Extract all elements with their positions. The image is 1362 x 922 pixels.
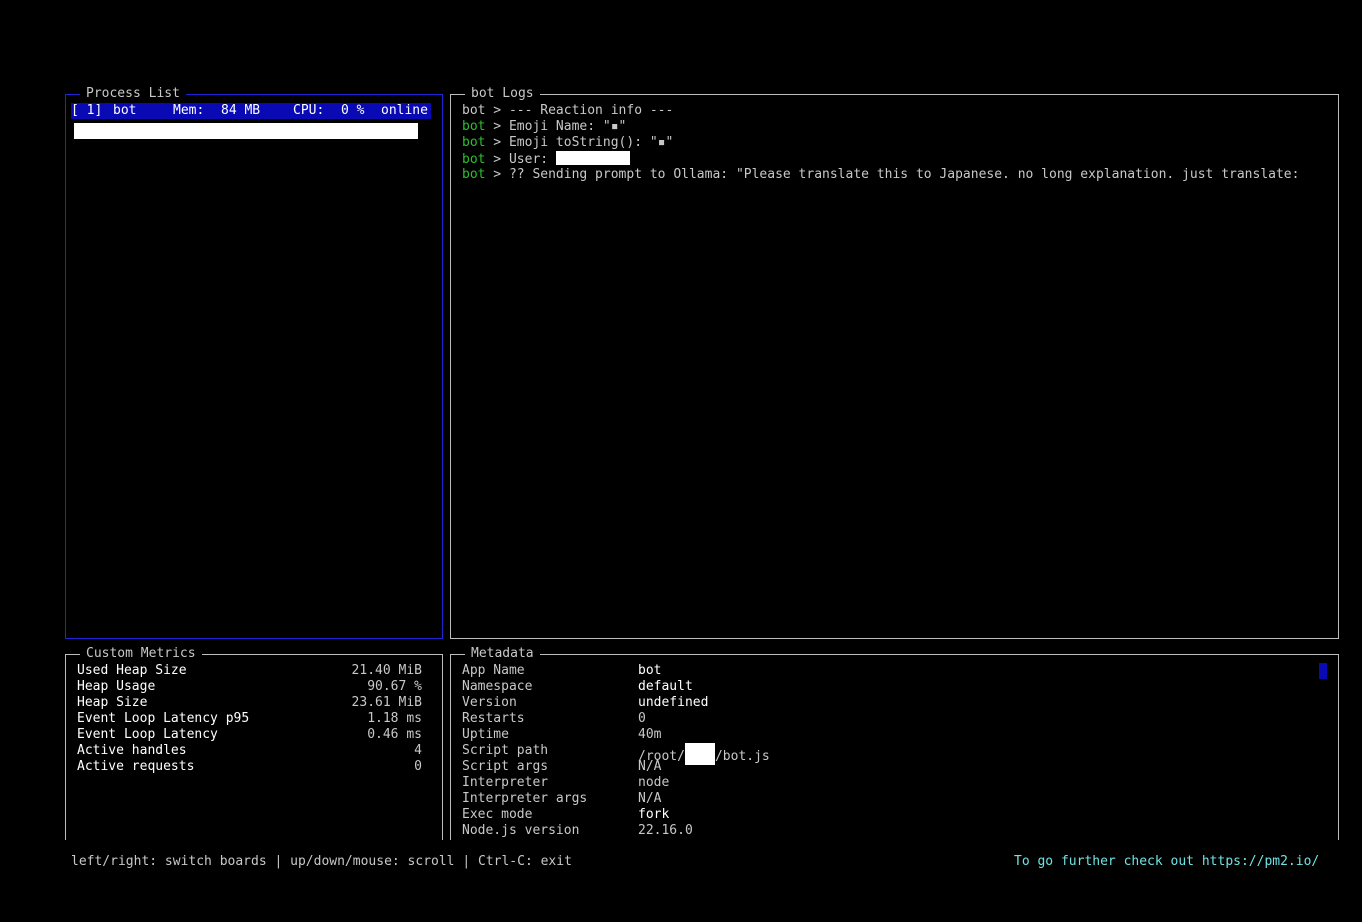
- metadata-key: Uptime: [462, 727, 509, 742]
- metadata-row: Namespace default: [462, 679, 1162, 695]
- metadata-row: Restarts 0: [462, 711, 1162, 727]
- log-lines: bot > --- Reaction info --- bot > Emoji …: [462, 103, 1332, 183]
- metadata-key: Interpreter: [462, 775, 549, 790]
- metadata-title: Metadata: [465, 646, 540, 662]
- metric-name: Event Loop Latency p95: [77, 711, 250, 726]
- metadata-row: Exec mode fork: [462, 807, 1162, 823]
- metric-row: Heap Usage 90.67 %: [77, 679, 422, 695]
- log-text: > User:: [485, 152, 556, 167]
- metadata-value: bot: [638, 663, 662, 678]
- metadata-value: N/A: [638, 759, 662, 774]
- metadata-key: Interpreter args: [462, 791, 588, 806]
- metadata-list: App Name bot Namespace default Version unde…: [462, 663, 1162, 839]
- log-text: > --- Reaction info ---: [485, 103, 674, 118]
- log-text: > Emoji toString(): "▪": [485, 135, 674, 150]
- log-line: bot > Emoji Name: "▪": [462, 119, 1332, 135]
- redacted-user: [555, 151, 630, 165]
- metadata-row: Uptime 40m: [462, 727, 1162, 743]
- metric-name: Heap Size: [77, 695, 148, 710]
- metadata-key: Script args: [462, 759, 549, 774]
- metadata-value: fork: [638, 807, 670, 822]
- custom-metrics-title: Custom Metrics: [80, 646, 202, 662]
- process-id: [ 1]: [71, 103, 103, 118]
- metadata-value: 22.16.0: [638, 823, 693, 838]
- log-source: bot: [462, 103, 486, 118]
- metadata-value: 0: [638, 711, 646, 726]
- metadata-key: Exec mode: [462, 807, 533, 822]
- metric-value: 4: [414, 743, 422, 758]
- metric-value: 0.46 ms: [367, 727, 422, 742]
- process-list-panel[interactable]: Process List [ 1] bot Mem: 84 MB CPU: 0 …: [65, 86, 443, 639]
- metric-row: Active requests 0: [77, 759, 422, 775]
- metadata-row: Script args N/A: [462, 759, 1162, 775]
- metric-row: Used Heap Size 21.40 MiB: [77, 663, 422, 679]
- metric-value: 1.18 ms: [367, 711, 422, 726]
- log-line: bot > User:: [462, 151, 1332, 167]
- logs-title: bot Logs: [465, 86, 540, 102]
- process-cpu-value: 0 %: [341, 103, 365, 118]
- metadata-key: Namespace: [462, 679, 533, 694]
- metadata-row: Interpreter node: [462, 775, 1162, 791]
- metadata-value: default: [638, 679, 693, 694]
- metric-value: 23.61 MiB: [351, 695, 422, 710]
- metadata-key: App Name: [462, 663, 525, 678]
- process-name: bot: [113, 103, 137, 118]
- pm2-promo-link[interactable]: To go further check out https://pm2.io/: [1014, 854, 1319, 870]
- log-text: > Emoji Name: "▪": [485, 119, 627, 134]
- metadata-key: Script path: [462, 743, 549, 758]
- pm2-monit-screen: Process List [ 1] bot Mem: 84 MB CPU: 0 …: [0, 0, 1362, 922]
- metric-name: Heap Usage: [77, 679, 156, 694]
- metric-name: Event Loop Latency: [77, 727, 218, 742]
- log-text: > ?? Sending prompt to Ollama: "Please t…: [485, 167, 1300, 182]
- metadata-row: Version undefined: [462, 695, 1162, 711]
- metadata-panel[interactable]: Metadata App Name bot Namespace default Ve…: [450, 646, 1339, 840]
- metric-list: Used Heap Size 21.40 MiB Heap Usage 90.67 …: [77, 663, 422, 775]
- process-mem-value: 84 MB: [221, 103, 261, 118]
- process-list-title: Process List: [80, 86, 186, 102]
- custom-metrics-panel[interactable]: Custom Metrics Used Heap Size 21.40 MiB H…: [65, 646, 443, 840]
- metadata-row: Node.js version 22.16.0: [462, 823, 1162, 839]
- redacted-block: [74, 123, 418, 139]
- logs-panel[interactable]: bot Logs bot > --- Reaction info --- bot…: [450, 86, 1339, 639]
- metadata-value: N/A: [638, 791, 662, 806]
- process-mem-label: Mem:: [173, 103, 205, 118]
- log-source: bot: [462, 119, 486, 134]
- metric-name: Active requests: [77, 759, 195, 774]
- metric-row: Heap Size 23.61 MiB: [77, 695, 422, 711]
- log-line: bot > Emoji toString(): "▪": [462, 135, 1332, 151]
- log-line: bot > ?? Sending prompt to Ollama: "Plea…: [462, 167, 1332, 183]
- log-source: bot: [462, 152, 486, 167]
- metric-row: Event Loop Latency 0.46 ms: [77, 727, 422, 743]
- metadata-value: node: [638, 775, 670, 790]
- metadata-value: undefined: [638, 695, 709, 710]
- log-source: bot: [462, 167, 486, 182]
- metric-value: 0: [414, 759, 422, 774]
- metadata-key: Version: [462, 695, 517, 710]
- metadata-key: Restarts: [462, 711, 525, 726]
- metric-name: Active handles: [77, 743, 187, 758]
- metadata-row: Script path/root//bot.js: [462, 743, 1162, 765]
- metadata-row: App Name bot: [462, 663, 1162, 679]
- log-line: bot > --- Reaction info ---: [462, 103, 1332, 119]
- metadata-value: 40m: [638, 727, 662, 742]
- metric-row: Event Loop Latency p95 1.18 ms: [77, 711, 422, 727]
- metadata-key: Node.js version: [462, 823, 580, 838]
- keyboard-help: left/right: switch boards | up/down/mous…: [71, 854, 572, 869]
- metadata-row: Interpreter args N/A: [462, 791, 1162, 807]
- metadata-scrollbar[interactable]: [1319, 663, 1327, 679]
- process-status: online: [381, 103, 428, 118]
- metric-name: Used Heap Size: [77, 663, 187, 678]
- metric-row: Active handles 4: [77, 743, 422, 759]
- process-row-bot[interactable]: [ 1] bot Mem: 84 MB CPU: 0 % online: [71, 103, 431, 119]
- metric-value: 90.67 %: [367, 679, 422, 694]
- process-cpu-label: CPU:: [293, 103, 325, 118]
- log-source: bot: [462, 135, 486, 150]
- metric-value: 21.40 MiB: [351, 663, 422, 678]
